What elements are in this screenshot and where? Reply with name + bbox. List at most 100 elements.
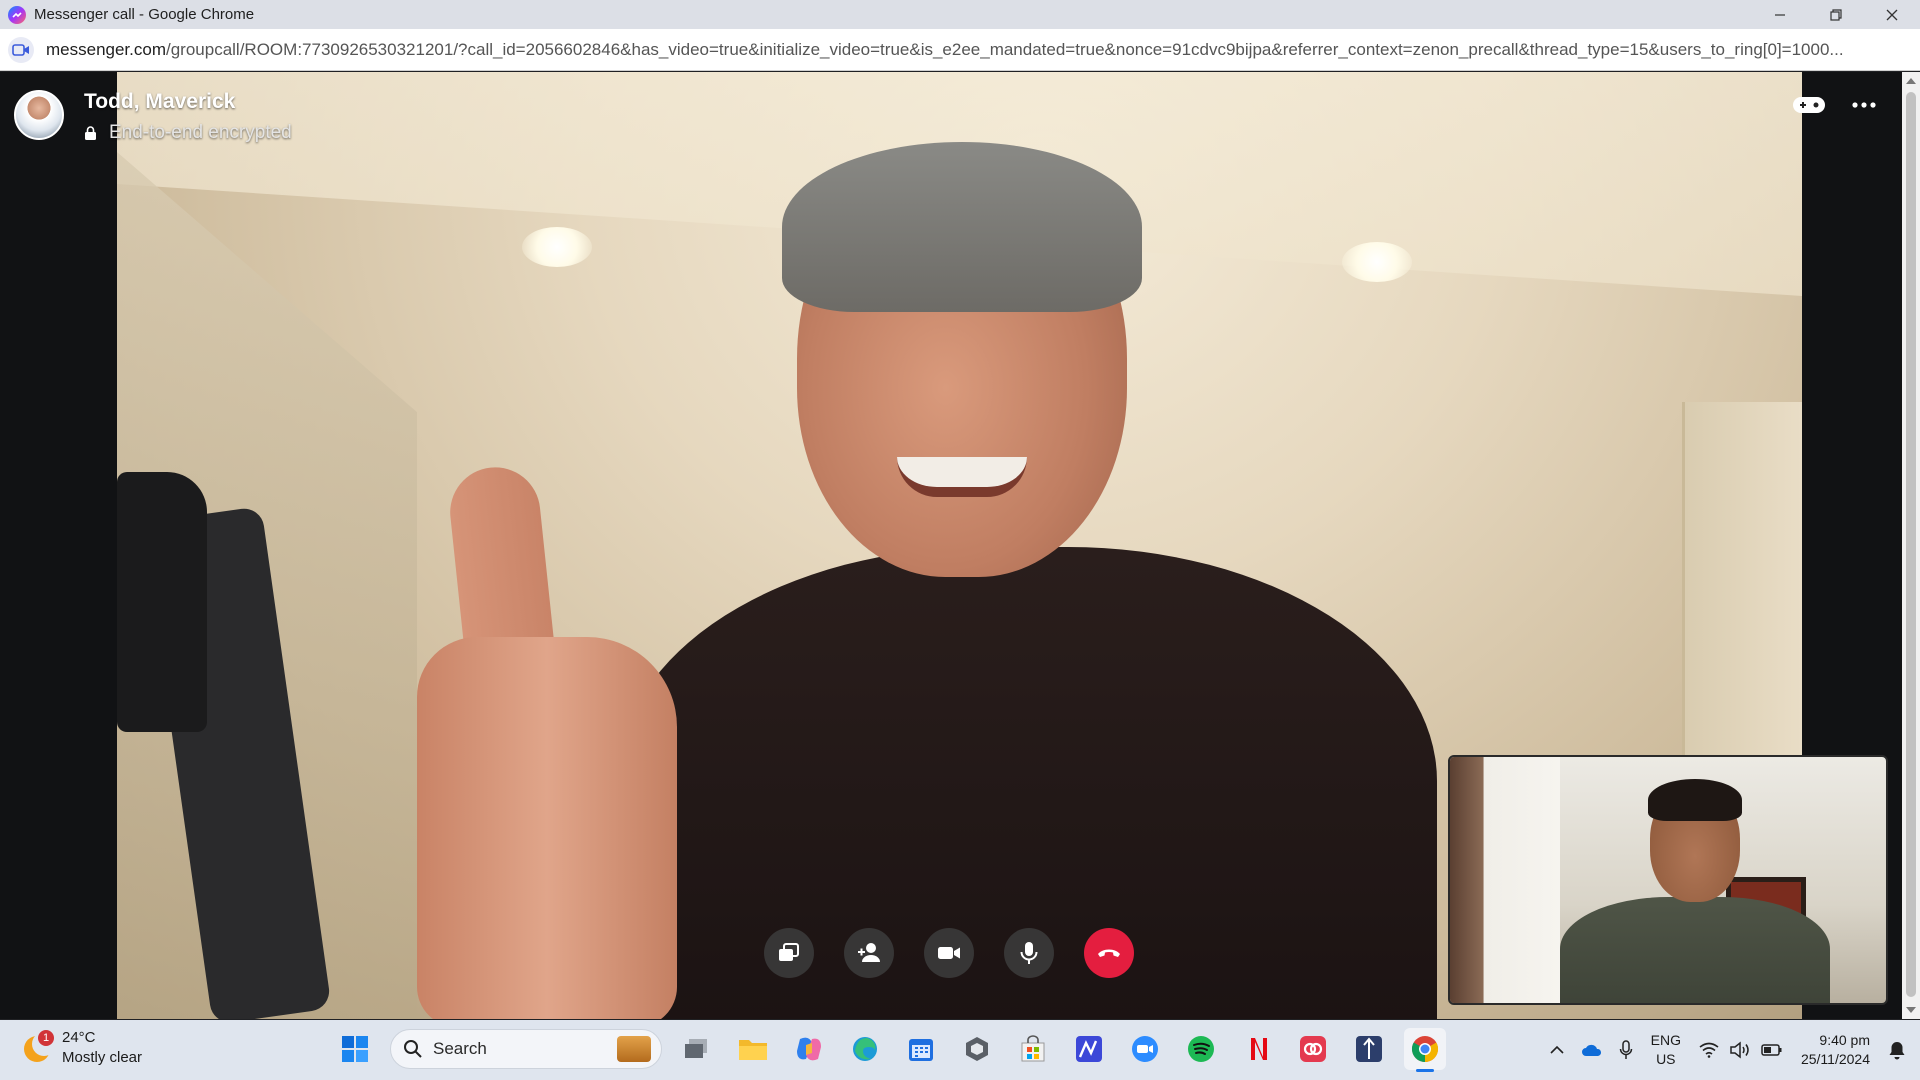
bell-icon	[1889, 1042, 1905, 1060]
spotify-icon	[1188, 1036, 1214, 1062]
share-screen-icon	[779, 943, 799, 961]
netflix-button[interactable]	[1236, 1028, 1278, 1070]
taskbar-search[interactable]: Search	[390, 1029, 662, 1069]
unity-button[interactable]	[956, 1028, 998, 1070]
share-screen-button[interactable]	[764, 928, 814, 978]
window-title: Messenger call - Google Chrome	[34, 6, 255, 23]
chevron-up-icon	[1550, 1045, 1564, 1054]
windows-icon	[342, 1036, 368, 1062]
address-bar[interactable]: messenger.com/groupcall/ROOM:77309265303…	[0, 29, 1920, 71]
task-view-icon	[685, 1039, 707, 1058]
clock[interactable]: 9:40 pm 25/11/2024	[1801, 1031, 1870, 1069]
microsoft-store-button[interactable]	[1012, 1028, 1054, 1070]
folder-icon	[739, 1040, 767, 1060]
unity-icon	[966, 1037, 988, 1061]
scroll-down-icon[interactable]	[1906, 1007, 1916, 1013]
more-options-button[interactable]	[1852, 102, 1876, 108]
clock-date: 25/11/2024	[1800, 1051, 1870, 1067]
language-indicator[interactable]: ENG US	[1651, 1031, 1681, 1069]
zoom-button[interactable]	[1124, 1028, 1166, 1070]
wifi-icon	[1699, 1042, 1719, 1058]
close-button[interactable]	[1864, 0, 1920, 29]
encryption-label: End-to-end encrypted	[109, 122, 292, 143]
edge-button[interactable]	[844, 1028, 886, 1070]
weather-widget[interactable]: 1 24°C Mostly clear	[22, 1028, 142, 1068]
browser-title-bar: Messenger call - Google Chrome	[0, 0, 1920, 29]
encryption-status: End-to-end encrypted	[84, 122, 292, 144]
url-host: messenger.com	[46, 39, 166, 59]
clock-time: 9:40 pm	[1819, 1032, 1870, 1048]
minimize-icon	[1775, 13, 1785, 16]
calendar-button[interactable]	[900, 1028, 942, 1070]
scroll-up-icon[interactable]	[1906, 78, 1916, 84]
url-text[interactable]: messenger.com/groupcall/ROOM:77309265303…	[46, 40, 1896, 60]
calendar-icon	[909, 1039, 933, 1061]
self-view-video[interactable]	[1448, 755, 1888, 1005]
restore-button[interactable]	[1808, 0, 1864, 29]
avatar[interactable]	[14, 90, 64, 140]
copilot-icon	[797, 1037, 821, 1061]
camera-button[interactable]	[924, 928, 974, 978]
add-person-button[interactable]	[844, 928, 894, 978]
exercise-machine	[117, 472, 347, 1019]
netflix-icon	[1251, 1038, 1267, 1060]
creative-cloud-icon	[1300, 1036, 1326, 1062]
chrome-button[interactable]	[1404, 1028, 1446, 1072]
end-call-button[interactable]	[1084, 928, 1134, 978]
ceiling-light	[522, 227, 592, 267]
minimize-button[interactable]	[1752, 0, 1808, 29]
notifications-button[interactable]	[1888, 1040, 1906, 1060]
system-tray: ENG US 9:40 pm 25/11/2024	[1541, 1020, 1920, 1080]
video-call-site-icon[interactable]	[8, 36, 34, 63]
microphone-tray-icon	[1619, 1040, 1632, 1059]
restore-icon	[1830, 8, 1842, 21]
spotify-button[interactable]	[1180, 1028, 1222, 1070]
show-hidden-icons-button[interactable]	[1549, 1045, 1565, 1055]
video-camera-icon	[938, 947, 960, 959]
cloud-icon	[1581, 1044, 1601, 1056]
file-explorer-button[interactable]	[732, 1028, 774, 1070]
zoom-icon	[1132, 1036, 1158, 1062]
microphone-icon	[1020, 942, 1038, 964]
weather-temperature: 24°C	[62, 1029, 96, 1046]
more-dots-icon	[1852, 102, 1876, 108]
volume-icon	[1730, 1041, 1749, 1059]
microphone-button[interactable]	[1004, 928, 1054, 978]
thumbs-up-hand	[417, 462, 677, 1019]
page-scrollbar[interactable]	[1902, 72, 1920, 1019]
call-top-actions	[1792, 94, 1876, 116]
remote-participant	[617, 117, 1437, 1019]
store-icon	[1021, 1035, 1045, 1062]
start-button[interactable]	[334, 1028, 376, 1070]
weather-badge: 1	[38, 1030, 54, 1046]
windows-taskbar: 1 24°C Mostly clear Search ENG US 9:40 p…	[0, 1020, 1920, 1080]
microphone-tray-button[interactable]	[1619, 1040, 1633, 1060]
weather-condition: Mostly clear	[62, 1049, 143, 1066]
ssh-client-icon	[1356, 1036, 1382, 1062]
chrome-icon	[1411, 1036, 1439, 1063]
add-person-icon	[858, 943, 880, 962]
moon-icon: 1	[22, 1030, 56, 1064]
battery-icon	[1761, 1044, 1782, 1056]
language-region: US	[1656, 1051, 1676, 1067]
caller-name: Todd, Maverick	[84, 90, 236, 113]
search-icon	[404, 1040, 422, 1058]
task-view-button[interactable]	[676, 1028, 718, 1070]
network-volume-battery[interactable]	[1699, 1041, 1783, 1059]
call-controls	[764, 928, 1134, 978]
hang-up-icon	[1098, 949, 1120, 957]
messenger-icon	[8, 5, 26, 24]
creative-cloud-button[interactable]	[1292, 1028, 1334, 1070]
window-controls	[1752, 0, 1920, 29]
mathway-icon	[1076, 1036, 1102, 1062]
effects-button[interactable]	[1792, 94, 1826, 116]
copilot-button[interactable]	[788, 1028, 830, 1070]
url-path: /groupcall/ROOM:7730926530321201/?call_i…	[166, 39, 1844, 59]
mathway-button[interactable]	[1068, 1028, 1110, 1070]
edge-icon	[853, 1037, 877, 1061]
ssh-client-button[interactable]	[1348, 1028, 1390, 1070]
local-participant	[1560, 777, 1830, 1003]
scrollbar-thumb[interactable]	[1906, 92, 1916, 997]
onedrive-button[interactable]	[1581, 1043, 1603, 1057]
search-label: Search	[433, 1039, 487, 1058]
